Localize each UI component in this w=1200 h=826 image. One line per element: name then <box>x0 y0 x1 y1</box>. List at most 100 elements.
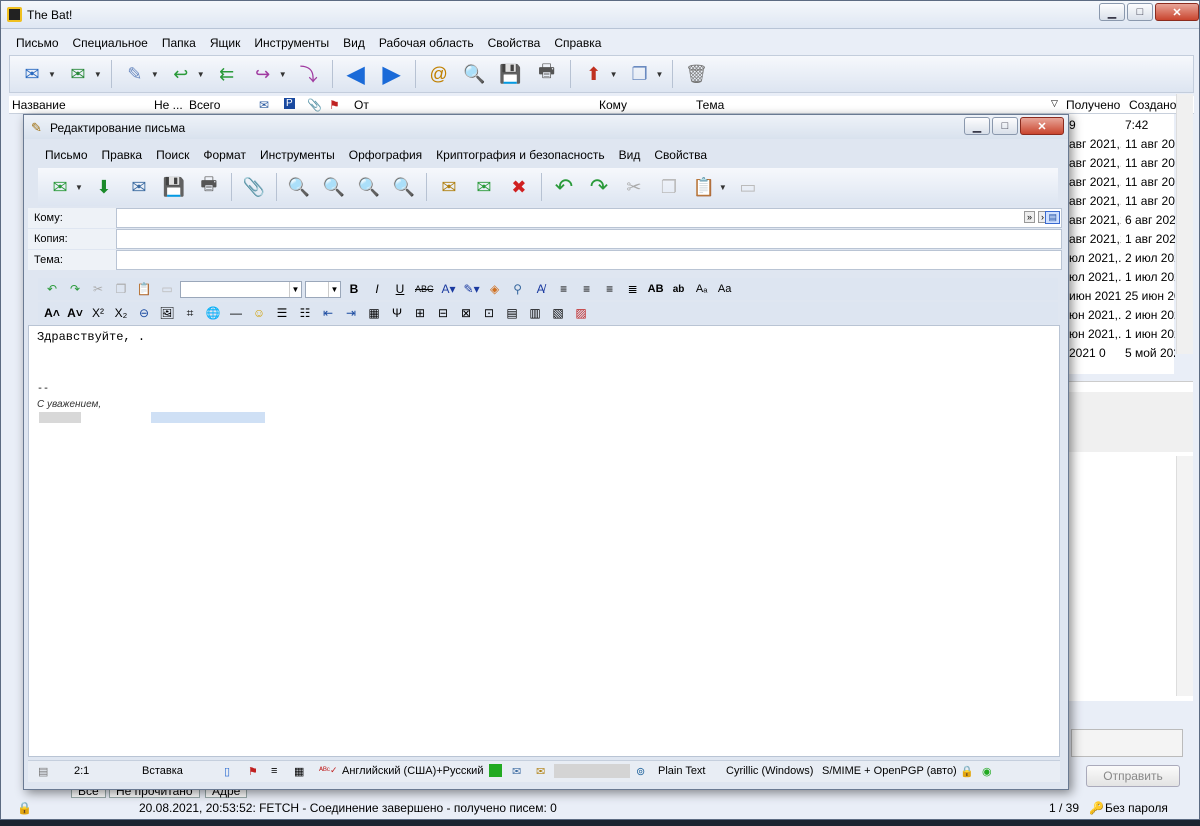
priority-status-icon[interactable]: ✉ <box>536 765 545 778</box>
crop-icon[interactable]: ⌗ <box>180 304 200 322</box>
fmt-undo-icon[interactable]: ↶ <box>42 280 62 298</box>
quick-template-icon[interactable]: ▭ <box>732 172 764 202</box>
cc-field[interactable] <box>116 229 1062 249</box>
uppercase-button[interactable]: AB <box>646 280 666 298</box>
flag-col-icon[interactable]: ⚑ <box>329 98 340 112</box>
cmenu-crypto[interactable]: Криптография и безопасность <box>429 148 611 162</box>
cmenu-format[interactable]: Формат <box>196 148 253 162</box>
highlight-icon[interactable]: ✎▾ <box>462 280 482 298</box>
fmt-paste-icon[interactable]: 📋 <box>134 280 154 298</box>
print-icon[interactable]: 🖶 <box>531 59 563 89</box>
cmenu-view[interactable]: Вид <box>612 148 648 162</box>
find-icon[interactable]: 🔍 <box>459 59 491 89</box>
menu-letter[interactable]: Письмо <box>9 36 66 50</box>
list-scrollbar[interactable] <box>1176 94 1193 354</box>
copy-icon-2[interactable]: ❐ <box>653 172 685 202</box>
table-row[interactable]: авг 2021,... 11 авг 202 <box>1069 172 1175 191</box>
preview-scrollbar[interactable] <box>1176 456 1193 696</box>
table-row[interactable]: 9 7:42 <box>1069 115 1174 134</box>
fmt-template-icon[interactable]: ▭ <box>157 280 177 298</box>
insert-row-icon[interactable]: ⊞ <box>410 304 430 322</box>
insert-table-icon[interactable]: ▦ <box>364 304 384 322</box>
menu-mailbox[interactable]: Ящик <box>203 36 248 50</box>
no-format-icon[interactable]: ⊖ <box>134 304 154 322</box>
font-family-select[interactable]: ▼ <box>180 280 302 298</box>
message-body-editor[interactable]: Здравствуйте, . -- С уважением, <box>28 325 1060 757</box>
green-square-icon[interactable] <box>489 764 502 777</box>
fill-icon[interactable]: ◈ <box>485 280 505 298</box>
paste-icon[interactable]: 📋 <box>688 172 720 202</box>
col-unread[interactable]: Не ... <box>154 98 183 112</box>
menu-help[interactable]: Справка <box>547 36 608 50</box>
fmt-redo-icon[interactable]: ↷ <box>65 280 85 298</box>
compose-close-button[interactable]: ✕ <box>1020 117 1064 135</box>
subscript-button[interactable]: X₂ <box>111 304 131 322</box>
attach-icon[interactable]: 📎 <box>238 172 270 202</box>
table-row[interactable]: авг 2021,1... 1 авг 2021 <box>1069 229 1175 248</box>
priority-icon[interactable]: P <box>284 98 295 109</box>
encrypt-icon[interactable]: ✉ <box>433 172 465 202</box>
replace-icon[interactable]: 🔍 <box>353 172 385 202</box>
table-row[interactable]: юн 2021,... 1 июн 2021 <box>1069 324 1175 343</box>
compose-print-icon[interactable]: 🖶 <box>193 172 225 202</box>
strike-button[interactable]: ABC <box>413 280 436 298</box>
cut-icon[interactable]: ✂ <box>618 172 650 202</box>
align-left-icon[interactable]: ≡ <box>554 280 574 298</box>
cell-props-icon[interactable]: ▧ <box>548 304 568 322</box>
check-circle-icon[interactable]: ◉ <box>982 765 992 778</box>
page-icon[interactable]: ▯ <box>224 765 230 778</box>
subject-field[interactable] <box>116 250 1062 270</box>
send-button[interactable]: Отправить <box>1086 765 1180 787</box>
bullets-icon[interactable]: ☰ <box>272 304 292 322</box>
justify-icon[interactable]: ≣ <box>623 280 643 298</box>
find-next-icon[interactable]: 🔍 <box>388 172 420 202</box>
menu-folder[interactable]: Папка <box>155 36 203 50</box>
align-center-icon[interactable]: ≡ <box>577 280 597 298</box>
forward-icon[interactable]: ↪ <box>247 59 279 89</box>
format-icon[interactable]: ⊚ <box>636 765 645 778</box>
cancel-crypto-icon[interactable]: ✖ <box>503 172 535 202</box>
col-received[interactable]: Получено <box>1066 98 1120 112</box>
table-row[interactable]: авг 2021,... 11 авг 202 <box>1069 134 1175 153</box>
cmenu-tools[interactable]: Инструменты <box>253 148 342 162</box>
grow-font-icon[interactable]: A˄ <box>42 304 62 322</box>
col-name[interactable]: Название <box>12 98 66 112</box>
compose-minimize-button[interactable]: ▁ <box>964 117 990 135</box>
spellcheck-icon[interactable]: ᴬᴮᶜ✓ <box>319 765 338 776</box>
flag-status-icon[interactable]: ⚑ <box>248 765 258 778</box>
expand-icon[interactable]: » <box>1023 211 1035 223</box>
font-color-icon[interactable]: A▾ <box>439 280 459 298</box>
delete-col-icon[interactable]: ⊡ <box>479 304 499 322</box>
table-row[interactable]: июн 2021... 25 июн 202 <box>1069 286 1175 305</box>
find-icon-2[interactable]: 🔍 <box>318 172 350 202</box>
underline-button[interactable]: U <box>390 280 410 298</box>
compose-maximize-button[interactable]: □ <box>992 117 1018 135</box>
receipt-icon[interactable]: ✉ <box>512 765 521 778</box>
shrink-font-icon[interactable]: A˅ <box>65 304 85 322</box>
menu-tools[interactable]: Инструменты <box>247 36 336 50</box>
table-status-icon[interactable]: ▦ <box>294 765 304 778</box>
fmt-copy-icon[interactable]: ❐ <box>111 280 131 298</box>
table-row[interactable]: юн 2021,... 2 июн 2021 <box>1069 305 1175 324</box>
table-delete-icon[interactable]: ▨ <box>571 304 591 322</box>
smiley-icon[interactable]: ☺ <box>249 304 269 322</box>
font-size-select[interactable]: ▼ <box>305 280 341 298</box>
fmt-cut-icon[interactable]: ✂ <box>88 280 108 298</box>
crypto-mode[interactable]: S/MIME + OpenPGP (авто) <box>822 765 957 777</box>
new-letter-icon[interactable]: ✎ <box>119 59 151 89</box>
next-message-icon[interactable]: ▶ <box>376 59 408 89</box>
address-book-button-icon[interactable]: ▤ <box>1045 211 1060 224</box>
reply-icon[interactable]: ↩ <box>165 59 197 89</box>
horizontal-line-icon[interactable]: — <box>226 304 246 322</box>
undo-icon[interactable]: ↶ <box>548 172 580 202</box>
table-props-icon[interactable]: Ψ <box>387 304 407 322</box>
numbering-icon[interactable]: ☷ <box>295 304 315 322</box>
split-cells-icon[interactable]: ▥ <box>525 304 545 322</box>
send-now-icon[interactable]: ✉ <box>44 172 76 202</box>
redirect-icon[interactable]: ⤵ <box>293 59 325 89</box>
save-draft-icon[interactable]: 💾 <box>158 172 190 202</box>
sort-icon[interactable]: ▽ <box>1051 98 1058 109</box>
fmt-find-icon[interactable]: ⚲ <box>508 280 528 298</box>
close-button[interactable]: ✕ <box>1155 3 1199 21</box>
to-field[interactable]: » › ▤ <box>116 208 1062 228</box>
